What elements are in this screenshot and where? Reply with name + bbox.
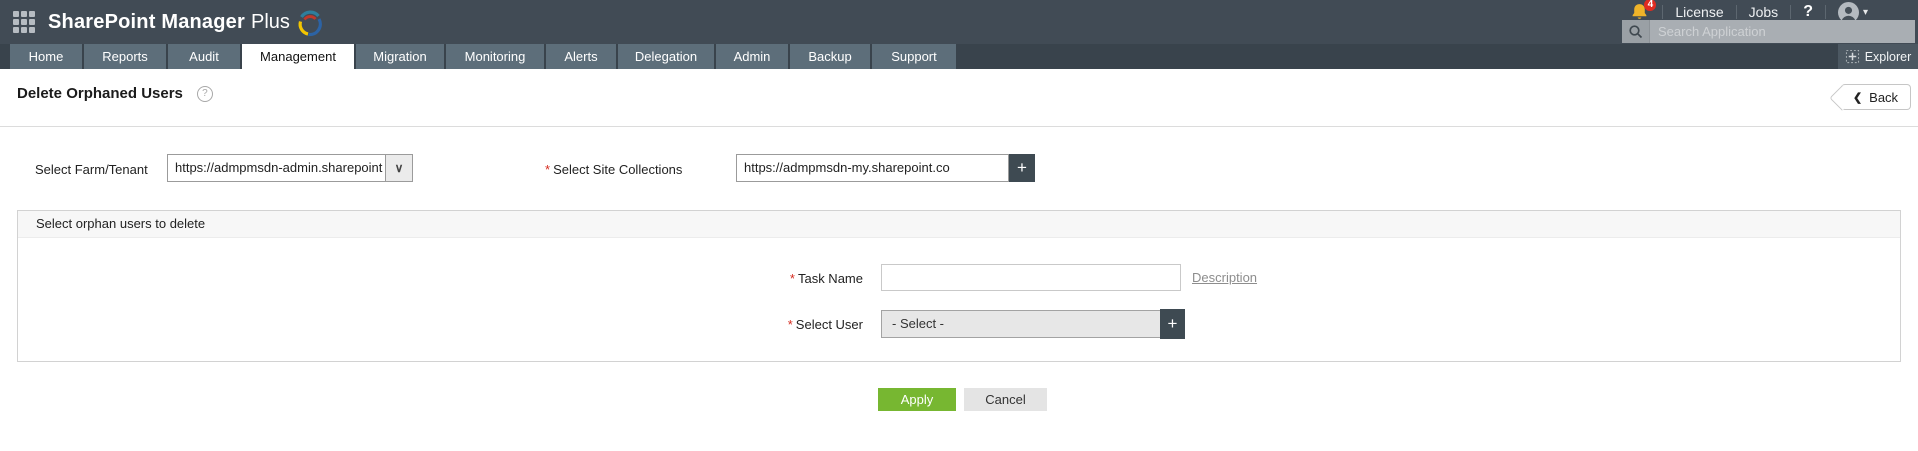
add-site-collection-button[interactable]: + (1009, 154, 1035, 182)
add-user-button[interactable]: + (1160, 309, 1185, 339)
notification-count-badge: 4 (1644, 0, 1657, 11)
caret-down-icon: ▾ (1862, 6, 1868, 18)
divider (1662, 5, 1664, 19)
tab-management[interactable]: Management (242, 44, 354, 69)
topbar: SharePoint Manager Plus 4 License Jobs ? (0, 0, 1918, 44)
page-header: Delete Orphaned Users ? ❮ Back (0, 69, 1918, 127)
back-label: Back (1869, 89, 1899, 105)
search-input[interactable] (1650, 20, 1915, 43)
required-asterisk: * (545, 162, 551, 177)
help-icon[interactable]: ? (1803, 3, 1813, 21)
tab-alerts[interactable]: Alerts (546, 44, 616, 69)
plus-icon: + (1017, 158, 1027, 177)
task-name-label: * Task Name (789, 271, 863, 286)
tab-audit[interactable]: Audit (168, 44, 240, 69)
tab-admin[interactable]: Admin (716, 44, 788, 69)
search-icon (1629, 25, 1643, 39)
tab-migration[interactable]: Migration (356, 44, 444, 69)
task-name-input[interactable] (881, 264, 1181, 291)
plus-icon: + (1167, 314, 1178, 333)
jobs-link[interactable]: Jobs (1749, 4, 1779, 20)
app-title-suffix: Plus (250, 10, 290, 33)
logo-swoosh-icon (298, 10, 322, 37)
farm-tenant-label: Select Farm/Tenant (35, 162, 148, 177)
application-search (1622, 20, 1915, 43)
back-button[interactable]: ❮ Back (1841, 84, 1911, 110)
main-navigation: Home Reports Audit Management Migration … (0, 44, 1918, 69)
divider (1735, 5, 1737, 19)
nav-tabs: Home Reports Audit Management Migration … (10, 44, 956, 69)
farm-tenant-value: https://admpmsdn-admin.sharepoint (175, 160, 383, 175)
apply-button[interactable]: Apply (878, 388, 956, 411)
app-logo: SharePoint Manager Plus (48, 0, 322, 44)
explorer-icon (1845, 49, 1859, 64)
app-launcher-grid-icon[interactable] (13, 11, 35, 33)
notification-bell-icon[interactable]: 4 (1630, 0, 1657, 22)
tab-delegation[interactable]: Delegation (618, 44, 714, 69)
tab-home[interactable]: Home (10, 44, 82, 69)
description-link[interactable]: Description (1192, 270, 1257, 285)
page-title: Delete Orphaned Users (17, 85, 183, 102)
tab-backup[interactable]: Backup (790, 44, 870, 69)
topbar-menu: 4 License Jobs ? ▾ (1630, 0, 1868, 23)
tab-reports[interactable]: Reports (84, 44, 166, 69)
select-user-dropdown[interactable]: - Select - (881, 310, 1161, 338)
tab-monitoring[interactable]: Monitoring (446, 44, 544, 69)
divider (1824, 5, 1826, 19)
farm-tenant-dropdown[interactable]: https://admpmsdn-admin.sharepoint ∨ (167, 154, 413, 182)
required-asterisk: * (787, 317, 793, 332)
search-button[interactable] (1622, 20, 1650, 43)
cancel-button[interactable]: Cancel (964, 388, 1047, 411)
panel-title: Select orphan users to delete (18, 211, 1900, 238)
site-collections-label: * Select Site Collections (545, 162, 683, 177)
site-collections-input[interactable]: https://admpmsdn-my.sharepoint.co (736, 154, 1009, 182)
explorer-label: Explorer (1864, 49, 1912, 64)
page-help-icon[interactable]: ? (196, 85, 213, 102)
explorer-button[interactable]: Explorer (1838, 44, 1918, 69)
required-asterisk: * (789, 271, 795, 286)
license-link[interactable]: License (1675, 4, 1723, 20)
chevron-down-icon[interactable]: ∨ (385, 155, 412, 181)
app-title: SharePoint Manager (48, 10, 245, 33)
back-chevron-icon: ❮ (1852, 91, 1863, 104)
tab-support[interactable]: Support (872, 44, 956, 69)
divider (1790, 5, 1792, 19)
select-user-label: * Select User (787, 317, 863, 332)
